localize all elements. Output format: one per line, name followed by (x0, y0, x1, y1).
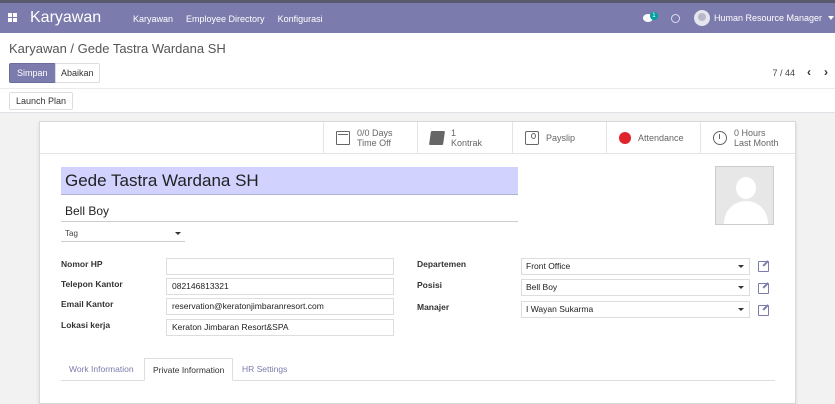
chevron-down-icon[interactable] (828, 16, 834, 20)
field-label-position: Posisi (417, 280, 443, 290)
tab-work-information[interactable]: Work Information (61, 358, 142, 381)
clock-icon (713, 130, 727, 145)
field-label-work-email: Email Kantor (61, 299, 114, 309)
position-value: Bell Boy (526, 282, 558, 292)
field-label-manager: Manajer (417, 302, 450, 312)
contract-count: 1 (451, 127, 457, 138)
external-link-icon[interactable] (758, 281, 770, 294)
discard-button[interactable]: Abaikan (55, 63, 100, 83)
pager-counter[interactable]: 7 / 44 (772, 68, 795, 78)
tag-placeholder: Tag (65, 229, 78, 238)
department-value: Front Office (526, 261, 571, 271)
tab-private-information[interactable]: Private Information (144, 358, 234, 381)
chevron-down-icon (175, 232, 181, 235)
work-email-input[interactable]: reservation@keratonjimbaranresort.com (166, 298, 394, 315)
field-label-department: Departemen (417, 259, 467, 269)
pager-prev-icon[interactable]: ‹ (802, 65, 816, 79)
manager-value: I Wayan Sukarma (526, 304, 594, 314)
calendar-icon (336, 130, 350, 145)
external-link-icon[interactable] (758, 259, 770, 272)
manager-select[interactable]: I Wayan Sukarma (521, 301, 750, 318)
apps-menu-icon[interactable] (8, 13, 17, 22)
form-sheet: 0/0 Days Time Off 1 Kontrak Payslip Attend… (39, 121, 797, 404)
red-circle-icon (619, 131, 631, 144)
contract-label: Kontrak (451, 137, 483, 148)
money-icon (525, 130, 539, 145)
attendance-button[interactable]: Attendance (606, 122, 700, 153)
payslip-label: Payslip (546, 132, 576, 143)
field-label-mobile: Nomor HP (61, 259, 103, 269)
external-link-icon[interactable] (758, 303, 770, 316)
position-select[interactable]: Bell Boy (521, 279, 750, 296)
menu-item-karyawan[interactable]: Karyawan (133, 14, 173, 24)
save-button[interactable]: Simpan (9, 63, 56, 83)
employee-photo[interactable] (715, 166, 774, 225)
tab-hr-settings[interactable]: HR Settings (234, 358, 295, 381)
tag-select[interactable]: Tag (61, 225, 185, 242)
hours-value: 0 Hours (734, 127, 766, 138)
breadcrumb[interactable]: Karyawan / Gede Tastra Wardana SH (9, 41, 226, 56)
chat-icon[interactable]: 1 (642, 11, 659, 25)
mobile-phone-input[interactable] (166, 258, 394, 275)
systray: 1 Human Resource Manager (642, 8, 835, 28)
work-phone-input[interactable]: 082146813321 (166, 278, 394, 295)
department-select[interactable]: Front Office (521, 258, 750, 275)
activity-clock-icon[interactable] (670, 13, 680, 23)
control-panel: Karyawan / Gede Tastra Wardana SH Simpan… (0, 33, 835, 113)
time-off-value: 0/0 Days (357, 127, 393, 138)
user-avatar[interactable] (693, 10, 710, 26)
hours-label: Last Month (734, 137, 779, 148)
attendance-label: Attendance (638, 132, 684, 143)
launch-plan-button[interactable]: Launch Plan (9, 92, 74, 110)
time-off-label: Time Off (357, 137, 392, 148)
job-title-input[interactable]: Bell Boy (61, 200, 518, 222)
field-label-work-phone: Telepon Kantor (61, 279, 123, 289)
pager-next-icon[interactable]: › (819, 65, 833, 79)
chat-badge: 1 (649, 12, 658, 20)
app-title[interactable]: Karyawan (30, 9, 101, 27)
menu-item-employee-directory[interactable]: Employee Directory (186, 14, 265, 24)
form-statusbar: Launch Plan (0, 88, 835, 113)
chevron-down-icon (738, 265, 744, 268)
top-navbar: Karyawan Karyawan Employee Directory Kon… (0, 0, 835, 33)
contract-button[interactable]: 1 Kontrak (417, 122, 512, 153)
notebook-tabs: Work Information Private Information HR … (61, 358, 775, 381)
employee-name-input[interactable]: Gede Tastra Wardana SH (61, 167, 518, 195)
user-name[interactable]: Human Resource Manager (714, 13, 822, 23)
work-location-input[interactable]: Keraton Jimbaran Resort&SPA (166, 319, 394, 336)
hours-button[interactable]: 0 Hours Last Month (700, 122, 797, 153)
chevron-down-icon (738, 308, 744, 311)
top-menu: Karyawan Employee Directory Konfigurasi (133, 14, 323, 24)
menu-item-konfigurasi[interactable]: Konfigurasi (278, 14, 323, 24)
chevron-down-icon (738, 286, 744, 289)
field-label-work-location: Lokasi kerja (61, 320, 111, 330)
smart-button-box: 0/0 Days Time Off 1 Kontrak Payslip Attend… (40, 122, 797, 154)
book-icon (429, 130, 445, 145)
payslip-button[interactable]: Payslip (512, 122, 606, 153)
time-off-button[interactable]: 0/0 Days Time Off (323, 122, 417, 153)
